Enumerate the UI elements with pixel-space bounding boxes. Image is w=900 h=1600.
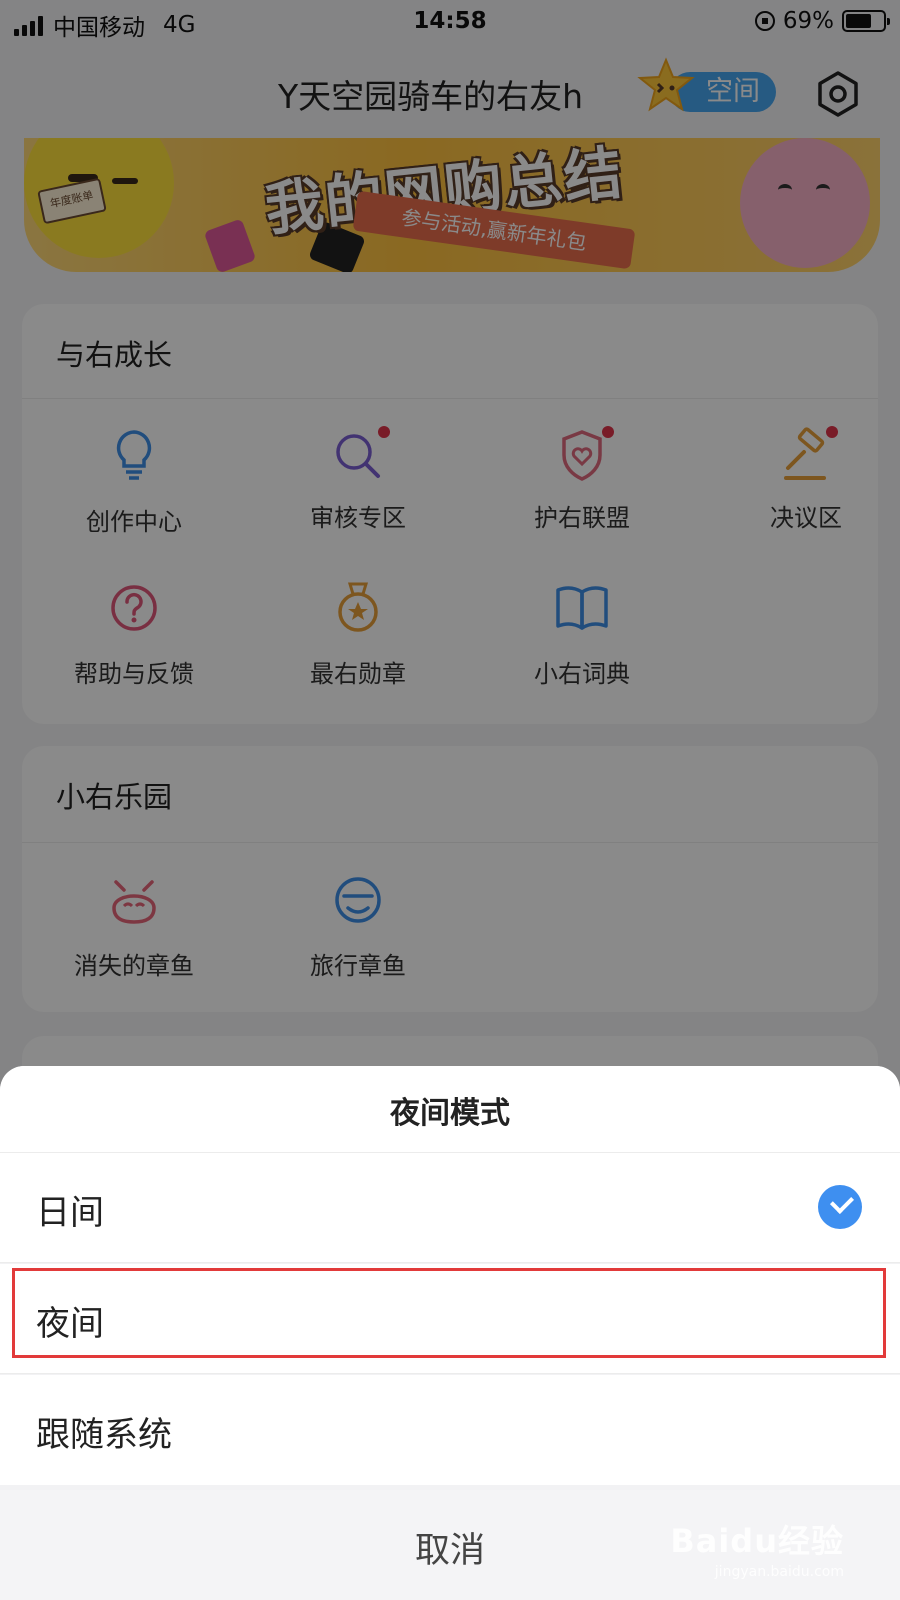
option-day[interactable]: 日间 xyxy=(0,1153,900,1263)
option-divider xyxy=(0,1262,900,1263)
option-divider xyxy=(0,1373,900,1374)
cancel-label: 取消 xyxy=(414,1531,485,1571)
baidu-watermark: Baidu经验 jingyan.baidu.com xyxy=(670,1516,844,1580)
option-follow-system[interactable]: 跟随系统 xyxy=(0,1375,900,1485)
sheet-title: 夜间模式 xyxy=(390,1096,510,1131)
option-label: 日间 xyxy=(36,1193,104,1233)
sheet-header: 夜间模式 xyxy=(0,1066,900,1153)
watermark-url: jingyan.baidu.com xyxy=(714,1564,844,1580)
watermark-brand: Baidu经验 xyxy=(670,1522,844,1560)
checkmark-icon xyxy=(818,1185,862,1229)
highlight-box xyxy=(12,1268,886,1358)
option-label: 跟随系统 xyxy=(36,1415,172,1455)
